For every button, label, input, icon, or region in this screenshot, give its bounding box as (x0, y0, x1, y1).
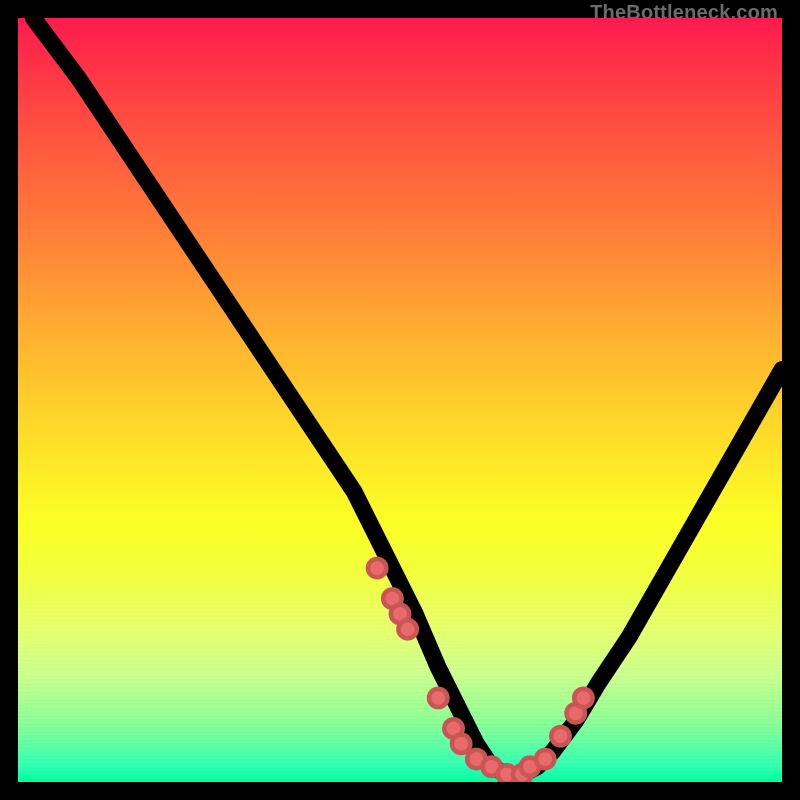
highlight-dot (574, 689, 592, 707)
highlight-dot (368, 559, 386, 577)
plot-area (18, 18, 782, 782)
highlight-dot (536, 750, 554, 768)
highlight-dot (551, 727, 569, 745)
highlight-dot (429, 689, 447, 707)
dots-layer (18, 18, 782, 782)
highlight-dot (452, 735, 470, 753)
highlight-dot (398, 620, 416, 638)
chart-frame: TheBottleneck.com (0, 0, 800, 800)
